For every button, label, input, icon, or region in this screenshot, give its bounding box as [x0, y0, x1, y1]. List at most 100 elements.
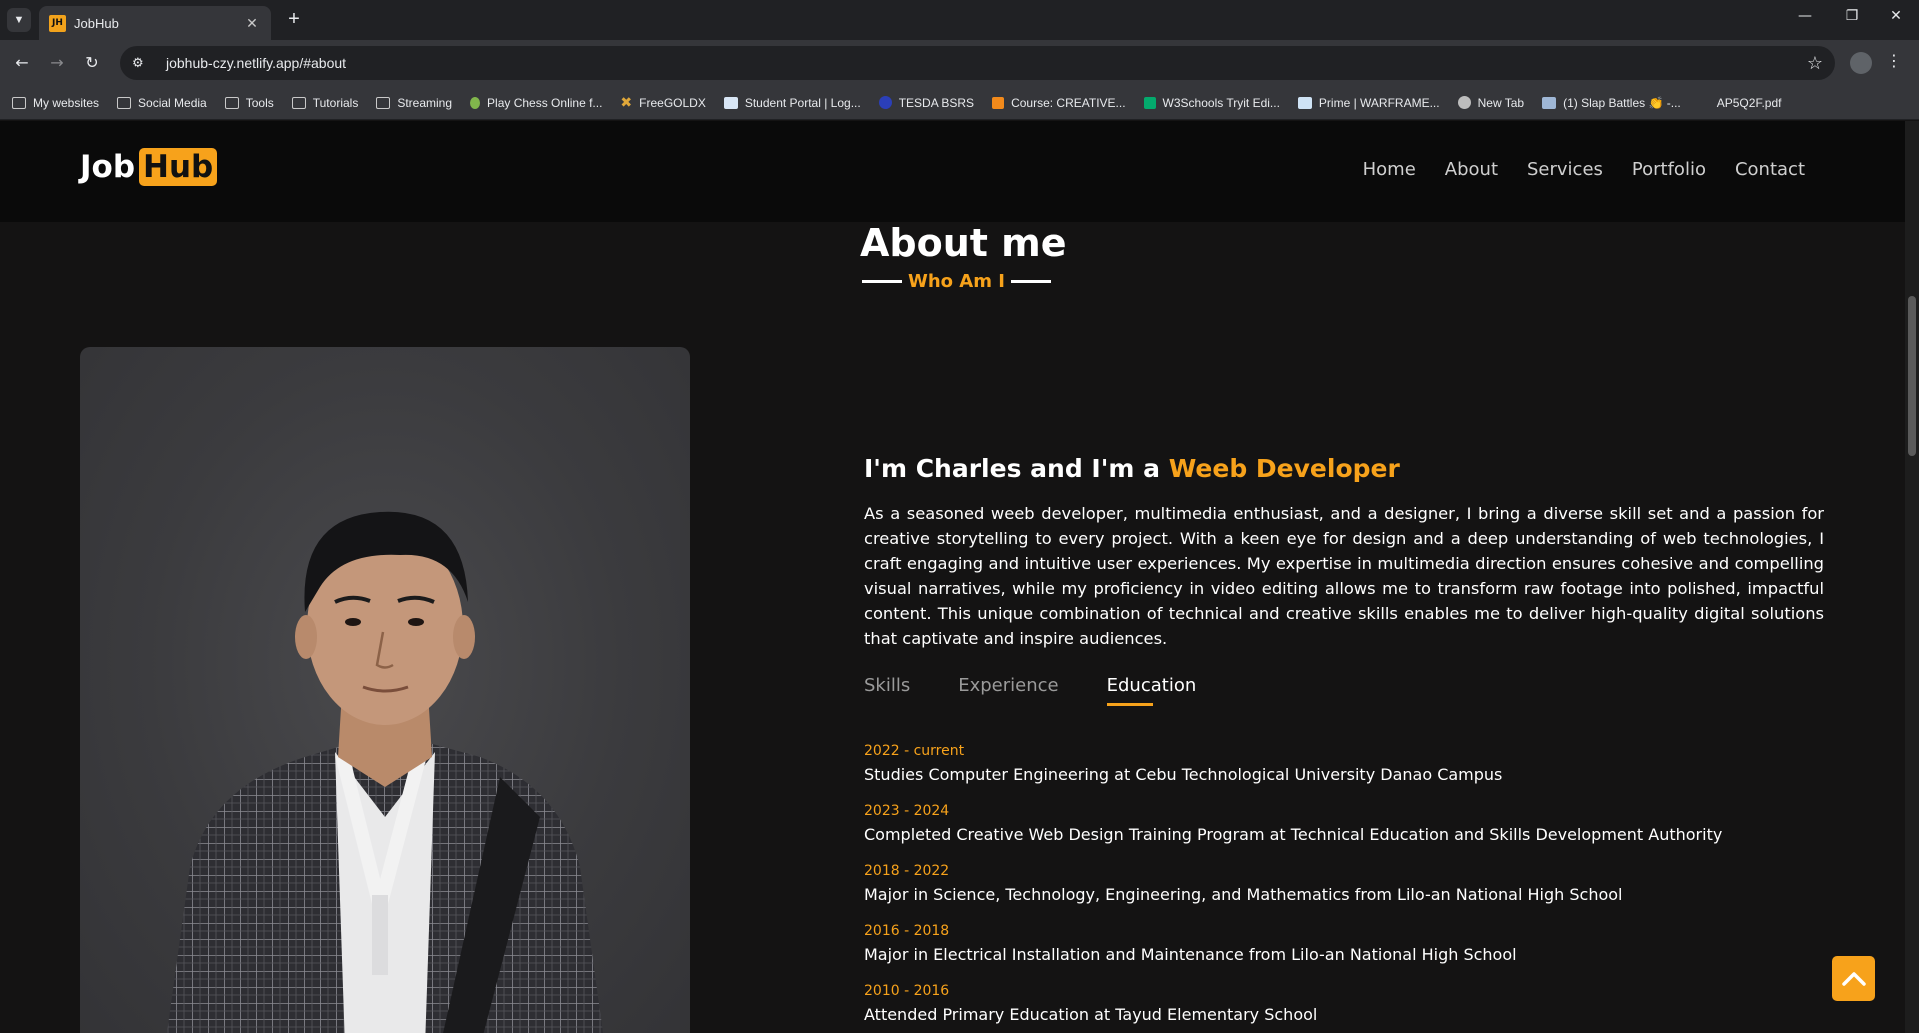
- bookmark-label: Prime | WARFRAME...: [1318, 95, 1440, 110]
- minimize-window-icon[interactable]: —: [1793, 8, 1817, 24]
- browser-tab-bar: ▼ JH JobHub ✕ + — ❐ ✕: [0, 0, 1919, 40]
- logo-hub-text: Hub: [139, 148, 218, 186]
- chess-pawn-icon: [470, 96, 481, 109]
- bookmark-label: Social Media: [138, 95, 207, 110]
- person-portrait-icon: [166, 511, 604, 1033]
- folder-icon: [291, 96, 306, 109]
- chevron-up-icon: [1841, 971, 1866, 986]
- bookmark-label: My websites: [33, 95, 100, 110]
- nav-contact[interactable]: Contact: [1735, 159, 1805, 180]
- bookmark-prime-warframe[interactable]: Prime | WARFRAME...: [1297, 95, 1440, 110]
- education-list: 2022 - current Studies Computer Engineer…: [864, 741, 1722, 1033]
- bookmark-label: Tutorials: [312, 95, 359, 110]
- about-description: As a seasoned weeb developer, multimedia…: [864, 504, 1824, 648]
- section-subtitle: Who Am I: [862, 271, 1051, 292]
- bookmark-label: Student Portal | Log...: [744, 95, 861, 110]
- folder-icon: [117, 96, 132, 109]
- intro-heading: I'm Charles and I'm a Weeb Developer: [864, 454, 1400, 483]
- list-item: 2016 - 2018 Major in Electrical Installa…: [864, 921, 1722, 967]
- nav-home[interactable]: Home: [1363, 159, 1416, 180]
- bookmark-label: AP5Q2F.pdf: [1716, 95, 1782, 110]
- bookmark-slap-battles[interactable]: (1) Slap Battles 👏 -...: [1542, 96, 1681, 110]
- education-year: 2010 - 2016: [864, 983, 950, 999]
- browser-tab-jobhub[interactable]: JH JobHub ✕: [39, 6, 271, 40]
- new-tab-plus-icon[interactable]: +: [282, 8, 306, 32]
- folder-icon: [376, 96, 391, 109]
- bookmark-label: TESDA BSRS: [898, 95, 975, 110]
- subtitle-text: Who Am I: [908, 271, 1005, 292]
- globe-icon: [1457, 96, 1471, 109]
- bookmark-star-icon[interactable]: ☆: [1807, 53, 1823, 74]
- education-description: Completed Creative Web Design Training P…: [864, 825, 1723, 844]
- education-year: 2022 - current: [864, 743, 965, 759]
- bookmark-label: W3Schools Tryit Edi...: [1162, 95, 1280, 110]
- url-text[interactable]: jobhub-czy.netlify.app/#about: [166, 55, 1807, 71]
- tab-experience[interactable]: Experience: [958, 675, 1058, 706]
- bookmark-my-websites[interactable]: My websites: [12, 96, 99, 110]
- intro-prefix: I'm Charles and I'm a: [864, 454, 1169, 483]
- scrollbar-thumb[interactable]: [1908, 296, 1916, 456]
- extension-avatar-icon[interactable]: [1850, 52, 1872, 74]
- profile-photo: [80, 347, 690, 1033]
- reload-icon[interactable]: ↻: [80, 51, 104, 75]
- jobhub-favicon-icon: JH: [49, 14, 66, 32]
- close-window-icon[interactable]: ✕: [1884, 8, 1908, 24]
- nav-portfolio[interactable]: Portfolio: [1632, 159, 1706, 180]
- bookmark-course[interactable]: Course: CREATIVE...: [992, 95, 1126, 110]
- address-bar[interactable]: ⚙ jobhub-czy.netlify.app/#about ☆: [120, 46, 1835, 80]
- x-logo-icon: ✖: [620, 94, 633, 111]
- education-year: 2018 - 2022: [864, 863, 950, 879]
- bookmark-new-tab[interactable]: New Tab: [1457, 95, 1525, 110]
- education-description: Studies Computer Engineering at Cebu Tec…: [864, 765, 1503, 784]
- tesda-icon: [878, 96, 892, 109]
- bookmarks-bar: My websites Social Media Tools Tutorials…: [0, 86, 1919, 120]
- restore-window-icon[interactable]: ❐: [1840, 8, 1864, 24]
- back-arrow-icon[interactable]: ←: [10, 51, 34, 75]
- bookmark-w3schools[interactable]: W3Schools Tryit Edi...: [1143, 95, 1280, 110]
- nav-about[interactable]: About: [1445, 159, 1498, 180]
- page-scrollbar[interactable]: [1905, 121, 1919, 1033]
- bookmark-student-portal[interactable]: Student Portal | Log...: [723, 95, 861, 110]
- document-icon: [723, 96, 738, 109]
- education-description: Major in Science, Technology, Engineerin…: [864, 885, 1623, 904]
- bookmark-freegoldx[interactable]: ✖ FreeGOLDX: [620, 96, 705, 110]
- intro-role: Weeb Developer: [1168, 454, 1400, 483]
- roblox-icon: [1542, 96, 1557, 109]
- about-tabs: Skills Experience Education: [864, 675, 1196, 706]
- bookmark-label: New Tab: [1477, 95, 1525, 110]
- bookmark-tesda[interactable]: TESDA BSRS: [878, 95, 975, 110]
- bookmark-label: Play Chess Online f...: [487, 95, 603, 110]
- bookmark-streaming[interactable]: Streaming: [376, 96, 452, 110]
- tab-skills[interactable]: Skills: [864, 675, 910, 706]
- bookmark-social-media[interactable]: Social Media: [117, 96, 207, 110]
- bookmark-pdf[interactable]: AP5Q2F.pdf: [1717, 96, 1782, 110]
- browser-menu-icon[interactable]: ⋮: [1886, 51, 1902, 70]
- site-header: Job Hub Home About Services Portfolio Co…: [0, 121, 1905, 222]
- bookmark-chess[interactable]: Play Chess Online f...: [470, 96, 602, 110]
- nav-services[interactable]: Services: [1527, 159, 1603, 180]
- folder-icon: [12, 96, 26, 109]
- list-item: 2022 - current Studies Computer Engineer…: [864, 741, 1722, 787]
- main-nav: Home About Services Portfolio Contact: [1363, 159, 1805, 180]
- scroll-to-top-button[interactable]: [1832, 956, 1875, 1001]
- w3schools-icon: [1143, 96, 1156, 109]
- browser-toolbar: ← → ↻ ⚙ jobhub-czy.netlify.app/#about ☆ …: [0, 40, 1919, 86]
- course-icon: [992, 96, 1005, 109]
- logo-job-text: Job: [80, 149, 136, 185]
- list-item: 2018 - 2022 Major in Science, Technology…: [864, 861, 1722, 907]
- bookmark-tutorials[interactable]: Tutorials: [291, 95, 359, 110]
- bookmark-tools[interactable]: Tools: [224, 96, 274, 110]
- close-tab-icon[interactable]: ✕: [243, 15, 261, 32]
- tab-search-chevron-icon[interactable]: ▼: [7, 8, 31, 32]
- forward-arrow-icon[interactable]: →: [45, 51, 69, 75]
- education-description: Attended Primary Education at Tayud Elem…: [864, 1005, 1318, 1024]
- bookmark-label: FreeGOLDX: [639, 95, 706, 110]
- site-info-icon[interactable]: ⚙: [132, 56, 156, 71]
- jobhub-logo[interactable]: Job Hub: [80, 148, 218, 186]
- subtitle-line-right: [1010, 280, 1051, 283]
- warframe-icon: [1297, 96, 1312, 109]
- subtitle-line-left: [862, 280, 902, 283]
- tab-education[interactable]: Education: [1106, 675, 1196, 706]
- bookmark-label: Course: CREATIVE...: [1011, 95, 1126, 110]
- education-description: Major in Electrical Installation and Mai…: [864, 945, 1517, 964]
